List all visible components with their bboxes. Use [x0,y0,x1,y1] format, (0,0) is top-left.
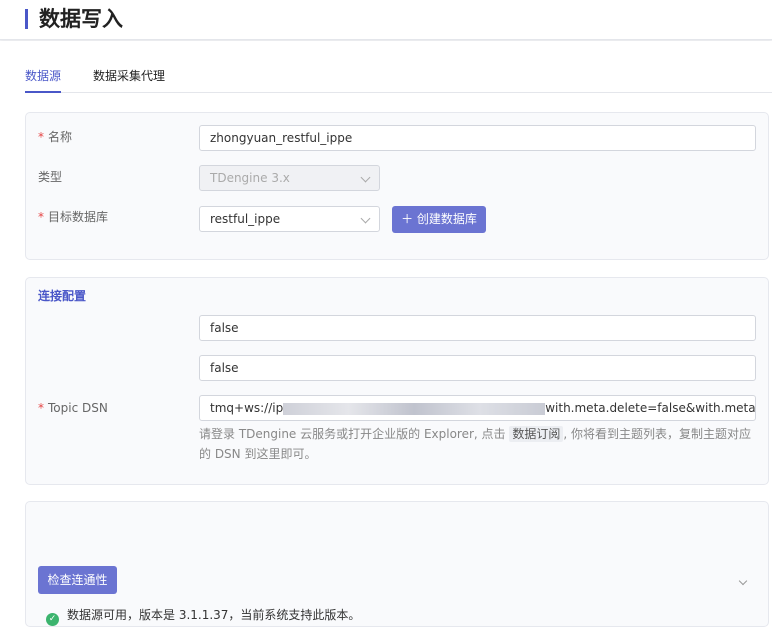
data-subscription-code: 数据订阅 [509,426,564,442]
topic-dsn-label: * Topic DSN [38,401,108,415]
tab-data-collection-agent[interactable]: 数据采集代理 [93,67,165,85]
target-db-label: * 目标数据库 [38,210,109,224]
connection-section-title: 连接配置 [38,289,87,303]
create-database-button[interactable]: ＋ 创建数据库 [392,206,486,233]
target-db-select[interactable]: restful_ippe [199,206,380,232]
check-connectivity-button[interactable]: 检查连通性 [38,566,117,594]
basic-info-card: * 名称 zhongyuan_restful_ippe 类型 TDengine 3… [25,112,769,260]
type-label: 类型 [38,170,63,184]
connectivity-check-card: 检查连通性 ✓ 数据源可用，版本是 3.1.1.37，当前系统支持此版本。 [25,501,769,627]
active-tab-indicator [25,91,61,93]
topic-dsn-input[interactable]: tmq+ws://ip with.meta.delete=false&with.m… [199,395,756,421]
required-mark: * [38,401,44,415]
topic-dsn-suffix: with.meta.delete=false&with.meta.dro [545,401,756,415]
check-circle-icon: ✓ [46,613,59,626]
chevron-down-icon [360,213,371,224]
main-content: 数据源 数据采集代理 * 名称 zhongyuan_restful_ippe 类型… [0,41,772,632]
connectivity-status: ✓ 数据源可用，版本是 3.1.1.37，当前系统支持此版本。 [46,606,360,626]
target-db-select-value: restful_ippe [210,212,281,226]
chevron-down-icon [360,172,371,183]
tab-bar: 数据源 数据采集代理 [25,65,772,93]
title-accent-bar [25,9,28,29]
type-select[interactable]: TDengine 3.x [199,165,380,191]
topic-dsn-hint: 请登录 TDengine 云服务或打开企业版的 Explorer, 点击 数据订… [199,426,752,461]
type-select-value: TDengine 3.x [210,171,290,185]
status-text: 数据源可用，版本是 3.1.1.37，当前系统支持此版本。 [67,608,361,622]
connection-config-card: 连接配置 false false * Topic DSN tmq+ws://ip w… [25,277,769,485]
name-label: * 名称 [38,130,73,144]
page-header: 数据写入 [0,0,772,40]
required-mark: * [38,210,44,224]
connection-field-2-input[interactable]: false [199,355,756,381]
topic-dsn-prefix: tmq+ws://ip [210,401,284,415]
page-title: 数据写入 [39,7,123,31]
redacted-text [283,402,546,415]
name-input[interactable]: zhongyuan_restful_ippe [199,125,756,151]
tab-data-source[interactable]: 数据源 [25,67,61,85]
connection-field-1-input[interactable]: false [199,315,756,341]
required-mark: * [38,130,44,144]
chevron-down-icon[interactable] [738,576,748,586]
